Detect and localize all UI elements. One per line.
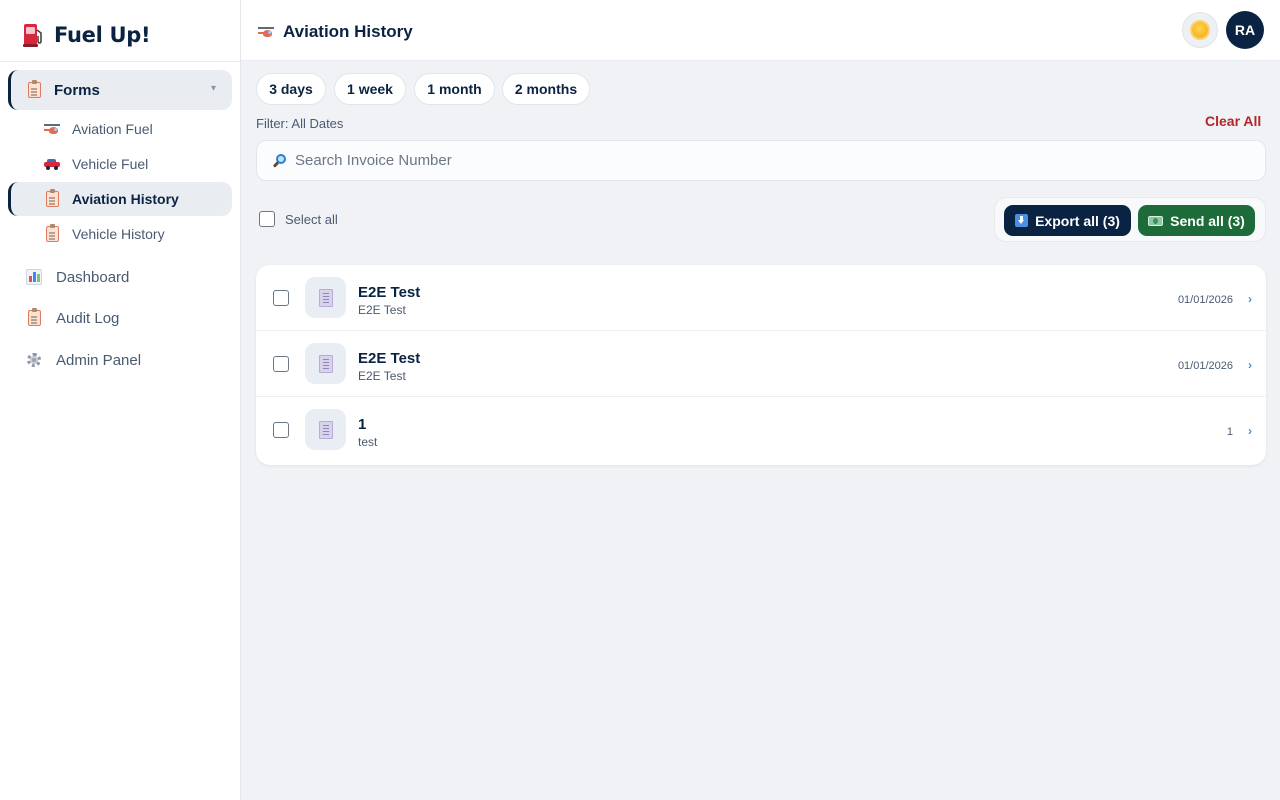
row-date: 01/01/2026 [1177,294,1233,306]
top-bar: Aviation History RA [241,0,1280,61]
document-icon [318,354,333,373]
helicopter-icon [44,121,60,137]
search-icon [272,153,288,169]
row-checkbox[interactable] [273,290,289,306]
bulk-actions: Export all (3) Send all (3) [994,197,1266,242]
app-title: Fuel Up! [54,23,151,47]
list-item[interactable]: E2E Test E2E Test 01/01/2026 › [256,331,1266,397]
helicopter-icon [258,24,274,40]
document-icon [318,288,333,307]
chevron-right-icon: › [1248,358,1252,372]
sidebar-item-audit-log[interactable]: Audit Log [8,300,232,336]
chevron-down-icon: ▾ [210,83,216,94]
sidebar-item-dashboard[interactable]: Dashboard [8,259,232,295]
sidebar-group-label: Forms [54,81,100,99]
page-title: Aviation History [283,22,413,41]
search-input[interactable] [295,152,1255,169]
sidebar-item-admin-panel[interactable]: Admin Panel [8,342,232,378]
sidebar-item-label: Audit Log [56,309,120,327]
row-title: E2E Test [358,284,421,301]
sidebar-item-label: Aviation Fuel [72,121,153,137]
page-heading: Aviation History [258,22,413,42]
row-date: 1 [1226,426,1233,438]
export-all-label: Export all (3) [1035,212,1120,229]
row-subtitle: test [358,435,378,449]
send-all-button[interactable]: Send all (3) [1138,205,1255,236]
document-tile [305,409,346,450]
gear-icon [26,352,42,368]
row-date: 01/01/2026 [1177,360,1233,372]
sidebar-item-label: Admin Panel [56,351,142,369]
avatar[interactable]: RA [1226,11,1264,49]
clipboard-icon [26,80,42,98]
filter-chip-1-month[interactable]: 1 month [414,73,495,105]
sidebar-item-label: Dashboard [56,268,130,286]
select-all[interactable]: Select all [259,211,338,227]
filter-chip-1-week[interactable]: 1 week [334,73,406,105]
list-item[interactable]: 1 test 1 › [256,397,1266,463]
brand[interactable]: Fuel Up! [22,22,151,48]
sidebar: Fuel Up! Forms ▾ Aviation Fuel Vehicle F… [0,0,241,800]
money-icon [1148,215,1164,226]
document-tile [305,343,346,384]
sidebar-item-aviation-fuel[interactable]: Aviation Fuel [8,112,232,146]
chevron-right-icon: › [1248,292,1252,306]
select-all-checkbox[interactable] [259,211,275,227]
document-tile [305,277,346,318]
document-icon [318,420,333,439]
row-title: 1 [358,416,367,433]
send-all-label: Send all (3) [1170,212,1245,229]
row-checkbox[interactable] [273,422,289,438]
bar-chart-icon [26,269,42,285]
select-all-label: Select all [285,211,338,227]
row-checkbox[interactable] [273,356,289,372]
sidebar-group-forms[interactable]: Forms ▾ [8,70,232,110]
car-icon [44,156,60,172]
export-all-button[interactable]: Export all (3) [1004,205,1131,236]
row-subtitle: E2E Test [358,369,406,383]
fuel-pump-icon [22,22,44,48]
sidebar-item-vehicle-history[interactable]: Vehicle History [8,217,232,251]
filter-status: Filter: All Dates [256,116,344,131]
theme-toggle-button[interactable] [1182,12,1218,48]
filter-chip-3-days[interactable]: 3 days [256,73,326,105]
sidebar-item-aviation-history[interactable]: Aviation History [8,182,232,216]
sidebar-item-label: Vehicle History [72,226,165,242]
clear-all-button[interactable]: Clear All [1205,113,1261,129]
records-list: E2E Test E2E Test 01/01/2026 › E2E Test … [256,265,1266,465]
row-subtitle: E2E Test [358,303,406,317]
clipboard-icon [26,308,42,326]
row-title: E2E Test [358,350,421,367]
filter-chip-2-months[interactable]: 2 months [502,73,590,105]
divider [0,61,240,62]
list-item[interactable]: E2E Test E2E Test 01/01/2026 › [256,265,1266,331]
download-icon [1015,214,1029,227]
chevron-right-icon: › [1248,424,1252,438]
clipboard-icon [44,189,60,207]
sun-icon [1192,22,1208,38]
sidebar-item-vehicle-fuel[interactable]: Vehicle Fuel [8,147,232,181]
clipboard-icon [44,224,60,242]
sidebar-item-label: Aviation History [72,191,179,207]
sidebar-item-label: Vehicle Fuel [72,156,149,172]
search-box [256,140,1266,181]
